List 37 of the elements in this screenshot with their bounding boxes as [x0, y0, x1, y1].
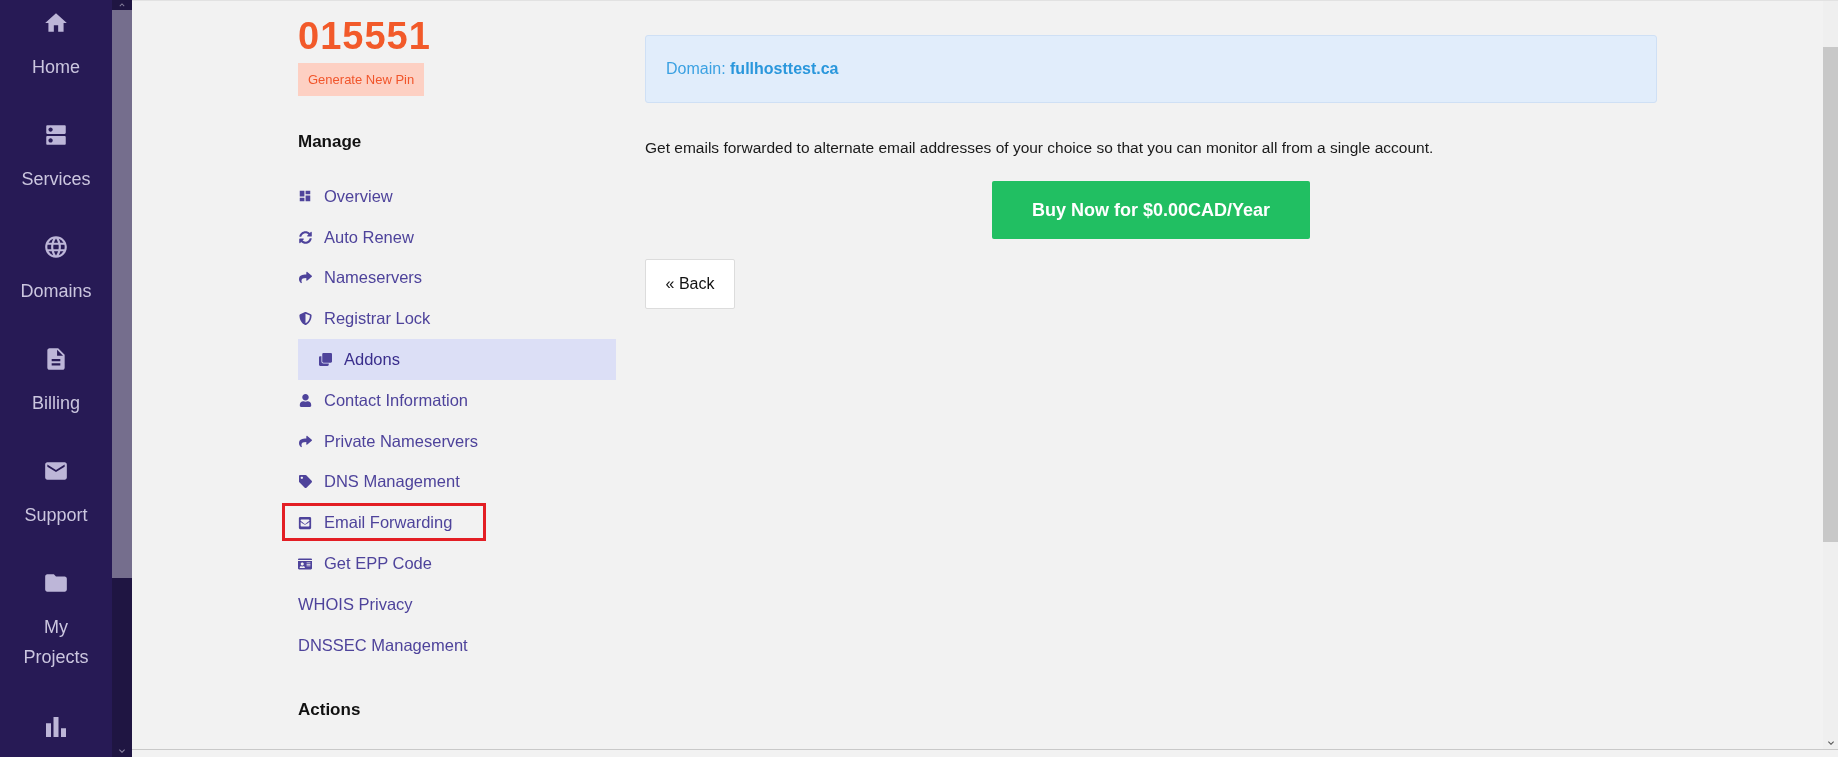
menu-item[interactable]: Registrar Lock [298, 298, 616, 340]
menu-item[interactable]: DNS Management [298, 461, 616, 503]
envelope-icon [298, 515, 312, 530]
section-heading: Actions [298, 699, 362, 720]
globe-icon[interactable] [43, 234, 69, 260]
menu-item[interactable]: Overview [298, 176, 616, 217]
menu-item[interactable]: Email Forwarding [298, 502, 616, 544]
menu-link[interactable]: WHOIS Privacy [298, 583, 616, 625]
menu-item[interactable]: Auto Renew [298, 216, 616, 258]
scrollbar-thumb[interactable] [112, 10, 132, 578]
nav-link[interactable]: Support [11, 500, 101, 530]
nav-link[interactable]: Home [11, 52, 101, 82]
menu-item[interactable]: Get EPP Code [298, 543, 616, 584]
tag-icon [298, 475, 312, 489]
id-card-icon [298, 556, 312, 571]
menu-link[interactable]: DNSSEC Management [298, 624, 616, 666]
description-text: Get emails forwarded to alternate email addresses of your choice so that you can monitor all from a single account. [645, 138, 1435, 158]
share-arrow-icon [298, 434, 312, 448]
menu-item[interactable]: Private Nameservers [298, 420, 616, 462]
copy-icon [318, 353, 332, 367]
sync-icon [298, 230, 312, 244]
back-button[interactable]: « Back [645, 259, 735, 309]
section-heading: Manage [298, 132, 363, 152]
menu-item[interactable]: Contact Information [298, 380, 616, 421]
user-icon [298, 393, 312, 407]
menu-item[interactable]: Addons [298, 339, 616, 380]
nav-link[interactable]: My Projects [11, 612, 101, 672]
server-icon[interactable] [43, 122, 69, 148]
share-arrow-icon [298, 271, 312, 285]
scrollbar-thumb[interactable] [1823, 47, 1838, 542]
nav-link[interactable]: Domains [11, 276, 101, 306]
domain-text: Domain: fullhosttest.ca [666, 60, 839, 78]
pin-code: 015551 [298, 14, 432, 59]
shield-icon [298, 312, 312, 326]
nav-link[interactable]: Services [11, 164, 101, 194]
nav-link[interactable]: Billing [11, 388, 101, 418]
menu-item[interactable]: Nameservers [298, 257, 616, 299]
